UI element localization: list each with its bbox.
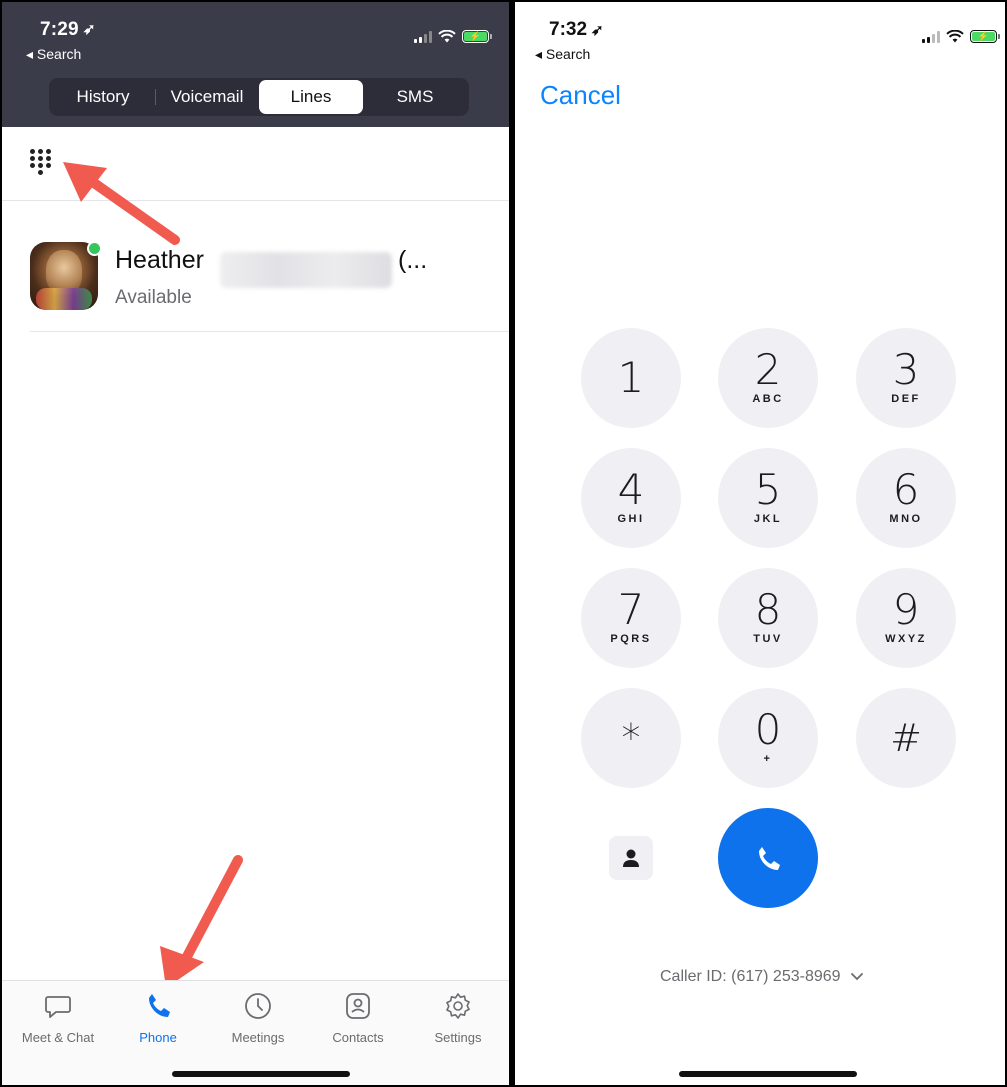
clock-icon [245, 993, 271, 1019]
key-2[interactable]: 2 ABC [718, 328, 818, 428]
key-digit: 0 [754, 705, 782, 754]
key-digit: 6 [892, 465, 920, 514]
battery-charging-icon: ⚡ [462, 30, 492, 43]
divider [2, 200, 509, 201]
tabbar-contacts[interactable]: Contacts [308, 991, 408, 1045]
tabbar-meet-chat[interactable]: Meet & Chat [8, 991, 108, 1045]
home-indicator [172, 1071, 350, 1077]
tabbar-label: Phone [139, 1030, 177, 1045]
contact-status: Available [115, 287, 192, 308]
tabbar-meetings[interactable]: Meetings [208, 991, 308, 1045]
key-digit: 4 [617, 465, 645, 514]
redacted-name-blur [220, 252, 392, 288]
cancel-button[interactable]: Cancel [540, 80, 621, 111]
call-button[interactable] [718, 808, 818, 908]
annotation-arrow-dialpad [63, 162, 180, 245]
key-digit: 7 [617, 585, 645, 634]
status-icons: ⚡ [414, 30, 492, 43]
key-7[interactable]: 7 PQRS [581, 568, 681, 668]
battery-charging-icon: ⚡ [970, 30, 1000, 43]
key-letters: GHI [617, 513, 645, 525]
caller-id-selector[interactable]: Caller ID: (617) 253-8969 [660, 968, 863, 986]
phone-segment-tabs: History Voicemail Lines SMS [49, 78, 469, 116]
phone-icon [759, 847, 780, 870]
zoom-phone-lines-screen: 7:29 ➶ ◂ Search ⚡ History Voicemail Lines… [2, 2, 509, 1085]
key-letters: WXYZ [885, 633, 927, 645]
caller-id-label: Caller ID: (617) 253-8969 [660, 968, 841, 985]
cellular-signal-icon [922, 31, 940, 43]
key-digit: 5 [754, 465, 782, 514]
phone-icon [149, 994, 170, 1017]
chevron-down-icon [850, 973, 863, 981]
tab-history[interactable]: History [51, 80, 155, 114]
key-0[interactable]: 0 + [718, 688, 818, 788]
tabbar-phone[interactable]: Phone [108, 991, 208, 1045]
tab-voicemail[interactable]: Voicemail [155, 80, 259, 114]
wifi-icon [946, 30, 964, 43]
key-letters: PQRS [610, 633, 652, 645]
contact-card-icon [346, 993, 370, 1019]
line-contact-row[interactable]: Heather (... Available [30, 241, 509, 314]
key-9[interactable]: 9 WXYZ [856, 568, 956, 668]
status-bar: 7:29 ➶ ◂ Search ⚡ [2, 2, 509, 62]
key-hash[interactable]: # [856, 688, 956, 788]
key-letters: MNO [889, 513, 923, 525]
tabbar-label: Meetings [231, 1030, 285, 1045]
person-icon [623, 849, 639, 867]
dialer-screen: 7:32 ➶ ◂ Search ⚡ Cancel 1 2 ABC 3 DEF 4 GHI 5 JK… [515, 2, 1005, 1085]
contact-picker-button[interactable] [609, 836, 653, 880]
contact-name-truncated: (... [398, 246, 428, 274]
key-letters: DEF [891, 393, 921, 405]
annotation-arrow-phone-tab [160, 855, 243, 988]
key-letters: + [763, 753, 773, 765]
key-letters: TUV [753, 633, 783, 645]
tabbar-label: Contacts [332, 1030, 384, 1045]
key-letters: ABC [752, 393, 784, 405]
status-icons: ⚡ [922, 30, 1000, 43]
status-time: 7:32 ➶ [549, 19, 604, 40]
divider [30, 331, 509, 332]
key-digit: 2 [754, 345, 782, 394]
key-letters: JKL [753, 513, 783, 525]
presence-available-indicator [87, 241, 102, 256]
key-1[interactable]: 1 [581, 328, 681, 428]
key-8[interactable]: 8 TUV [718, 568, 818, 668]
key-star[interactable]: * [581, 688, 681, 788]
tabbar-label: Settings [434, 1030, 482, 1045]
location-arrow-icon: ➶ [82, 21, 96, 38]
chat-bubble-icon [45, 996, 71, 1018]
key-4[interactable]: 4 GHI [581, 448, 681, 548]
cellular-signal-icon [414, 31, 432, 43]
key-digit: # [890, 716, 922, 760]
key-digit: 1 [617, 353, 645, 402]
app-header: 7:29 ➶ ◂ Search ⚡ History Voicemail Lines… [2, 2, 509, 127]
back-to-search-link[interactable]: ◂ Search [535, 46, 590, 63]
tab-lines[interactable]: Lines [259, 80, 363, 114]
dial-pad-icon[interactable] [28, 147, 54, 179]
tabbar-settings[interactable]: Settings [408, 991, 508, 1045]
key-digit: 9 [892, 585, 920, 634]
key-digit: 8 [754, 585, 782, 634]
status-time: 7:29 ➶ [40, 19, 96, 40]
key-digit: 3 [892, 345, 920, 394]
tab-sms[interactable]: SMS [363, 80, 467, 114]
key-3[interactable]: 3 DEF [856, 328, 956, 428]
bottom-tab-bar: Meet & Chat Phone Meetings Contacts Sett… [2, 980, 509, 1085]
home-indicator [679, 1071, 857, 1077]
tabbar-label: Meet & Chat [21, 1030, 95, 1045]
key-6[interactable]: 6 MNO [856, 448, 956, 548]
back-to-search-link[interactable]: ◂ Search [26, 46, 81, 63]
location-arrow-icon: ➶ [591, 22, 604, 39]
contact-name: Heather [115, 246, 204, 274]
key-digit: * [621, 716, 641, 760]
gear-icon [446, 993, 470, 1019]
wifi-icon [438, 30, 456, 43]
key-5[interactable]: 5 JKL [718, 448, 818, 548]
